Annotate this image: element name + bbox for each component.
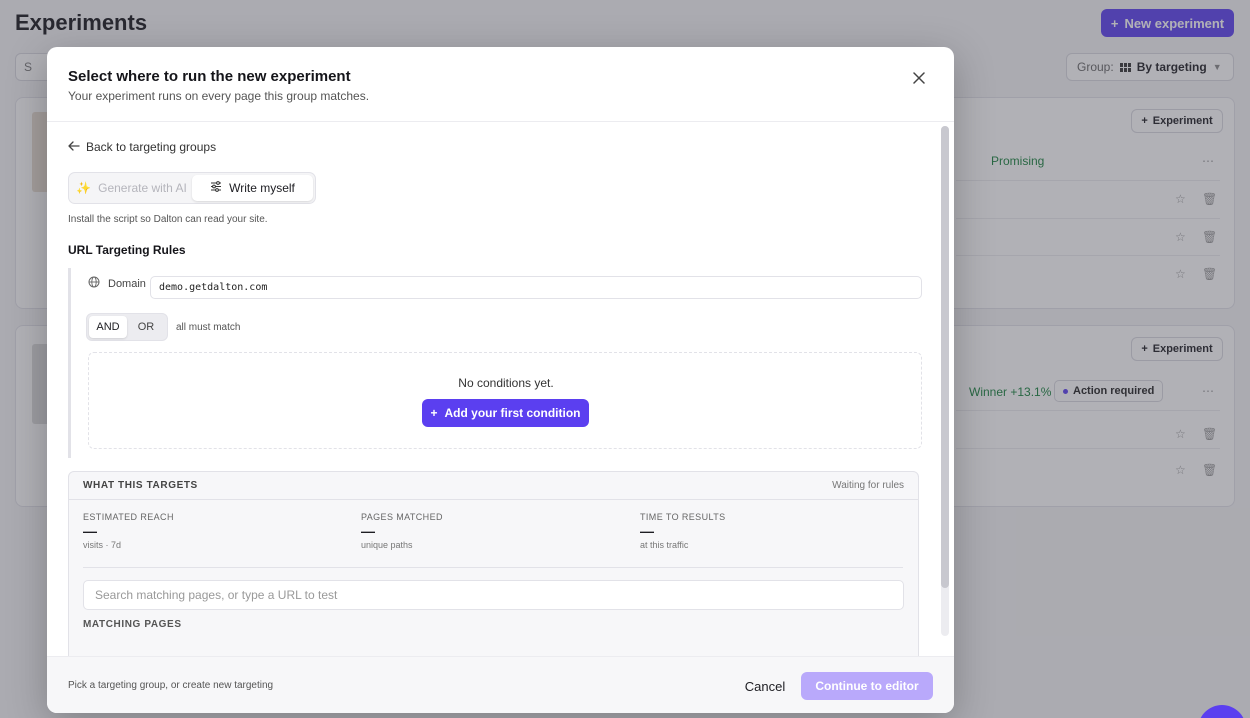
arrow-left-icon xyxy=(68,140,80,154)
logic-toggle: AND OR xyxy=(86,313,168,341)
empty-text: No conditions yet. xyxy=(458,376,554,390)
stat-value: — xyxy=(83,523,97,539)
sparkle-icon: ✨ xyxy=(76,181,92,195)
stat-value: — xyxy=(361,523,375,539)
globe-icon xyxy=(88,276,100,291)
targets-title: WHAT THIS TARGETS xyxy=(83,480,198,491)
stat-sub: unique paths xyxy=(361,540,413,550)
logic-note: all must match xyxy=(176,322,241,333)
modal-subtitle: Your experiment runs on every page this … xyxy=(68,89,370,103)
continue-to-editor-button[interactable]: Continue to editor xyxy=(801,672,933,700)
domain-label: Domain xyxy=(108,277,146,290)
add-condition-label: Add your first condition xyxy=(444,406,581,420)
write-myself-label: Write myself xyxy=(229,181,295,195)
plus-icon: + xyxy=(430,406,438,420)
matching-pages-title: MATCHING PAGES xyxy=(83,619,182,630)
modal-title: Select where to run the new experiment xyxy=(68,68,351,85)
add-first-condition-button[interactable]: + Add your first condition xyxy=(422,399,589,427)
stat-label: ESTIMATED REACH xyxy=(83,512,174,522)
rules-title: URL Targeting Rules xyxy=(68,243,186,257)
scrollbar-thumb[interactable] xyxy=(941,126,949,588)
back-label: Back to targeting groups xyxy=(86,140,217,154)
logic-or-button[interactable]: OR xyxy=(127,316,165,338)
targets-header: WHAT THIS TARGETS Waiting for rules xyxy=(69,472,918,500)
stat-label: PAGES MATCHED xyxy=(361,512,443,522)
targets-status: Waiting for rules xyxy=(832,480,904,491)
stat-sub: visits · 7d xyxy=(83,540,122,550)
targets-stats: ESTIMATED REACH — visits · 7d PAGES MATC… xyxy=(83,512,903,568)
domain-input[interactable] xyxy=(150,276,922,299)
stat-sub: at this traffic xyxy=(640,540,689,550)
write-myself-button[interactable]: Write myself xyxy=(192,175,313,201)
domain-label-row: Domain xyxy=(88,276,146,291)
stat-estimated-reach: ESTIMATED REACH — visits · 7d xyxy=(83,512,353,550)
modal-body: Back to targeting groups ✨ Generate with… xyxy=(47,122,954,656)
close-icon[interactable] xyxy=(910,69,928,87)
cancel-button[interactable]: Cancel xyxy=(737,672,793,700)
stat-label: TIME TO RESULTS xyxy=(640,512,726,522)
stat-value: — xyxy=(640,523,654,539)
mode-toggle: ✨ Generate with AI Write myself xyxy=(68,172,316,204)
modal-header: Select where to run the new experiment Y… xyxy=(47,47,954,122)
generate-with-ai-label: Generate with AI xyxy=(98,181,187,195)
modal-footer: Pick a targeting group, or create new ta… xyxy=(47,656,954,713)
stat-pages-matched: PAGES MATCHED — unique paths xyxy=(361,512,631,550)
back-to-groups-link[interactable]: Back to targeting groups xyxy=(68,140,216,154)
matching-pages-search-input[interactable] xyxy=(83,580,904,610)
sliders-icon xyxy=(210,181,222,195)
logic-and-button[interactable]: AND xyxy=(89,316,127,338)
url-rules-block: Domain AND OR all must match No conditio… xyxy=(68,268,922,458)
footer-note: Pick a targeting group, or create new ta… xyxy=(68,680,274,691)
modal-scrollbar[interactable] xyxy=(941,126,949,636)
conditions-empty-state: No conditions yet. + Add your first cond… xyxy=(88,352,922,449)
install-note: Install the script so Dalton can read yo… xyxy=(68,214,268,225)
stat-time-to-results: TIME TO RESULTS — at this traffic xyxy=(640,512,910,550)
generate-with-ai-button[interactable]: ✨ Generate with AI xyxy=(71,175,192,201)
new-experiment-modal: Select where to run the new experiment Y… xyxy=(47,47,954,713)
targets-panel: WHAT THIS TARGETS Waiting for rules ESTI… xyxy=(68,471,919,656)
